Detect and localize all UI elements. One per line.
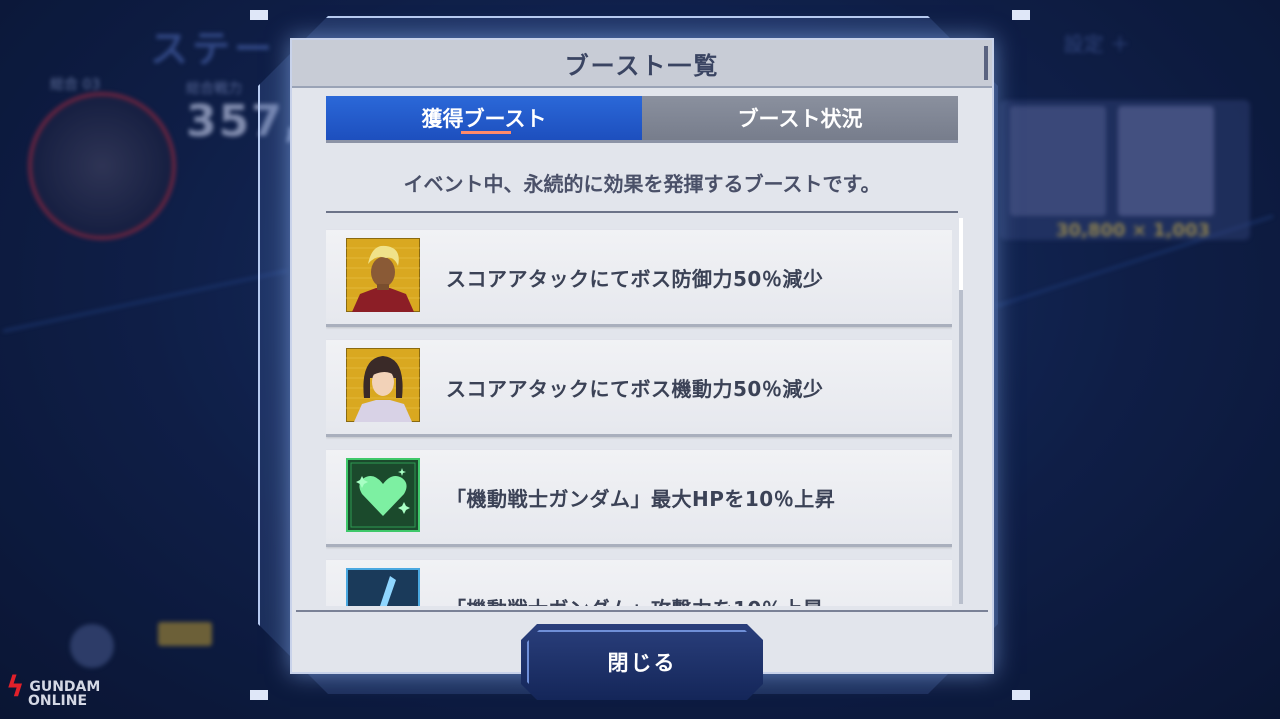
boost-list-dialog: ブースト一覧 獲得ブースト ブースト状況 イベント中、永続的に効果を発揮するブー… xyxy=(290,38,994,700)
scrollbar-thumb[interactable] xyxy=(959,218,963,290)
list-item[interactable]: 「機動戦士ガンダム」攻撃力を10％上昇 xyxy=(326,560,952,606)
boost-description: イベント中、永続的に効果を発揮するブーストです。 xyxy=(403,172,881,196)
boost-text: スコアアタックにてボス防御力50％減少 xyxy=(446,266,824,291)
tab-bar: 獲得ブースト ブースト状況 xyxy=(326,96,958,143)
lightning-logo-icon: ϟ xyxy=(6,670,25,703)
footer-divider xyxy=(296,610,988,612)
sword-attack-icon xyxy=(346,568,420,606)
divider xyxy=(326,211,958,213)
frame-corner-mark xyxy=(1012,690,1030,700)
heart-hp-icon xyxy=(346,458,420,532)
tab-acquired-boost[interactable]: 獲得ブースト xyxy=(326,96,642,140)
dialog-title: ブースト一覧 xyxy=(564,51,720,80)
close-button-label: 閉じる xyxy=(607,651,677,675)
boost-text: スコアアタックにてボス機動力50％減少 xyxy=(446,376,824,401)
frame-corner-mark xyxy=(250,10,268,20)
dialog-header: ブースト一覧 xyxy=(292,40,992,88)
tab-boost-status[interactable]: ブースト状況 xyxy=(642,96,958,140)
frame-corner-mark xyxy=(250,690,268,700)
pilot-portrait-dark-hair-icon xyxy=(345,347,421,423)
list-item[interactable]: スコアアタックにてボス防御力50％減少 xyxy=(326,230,952,327)
boost-list[interactable]: スコアアタックにてボス防御力50％減少 スコアアタックにてボス機動力50％減少 xyxy=(326,226,952,606)
close-button[interactable]: 閉じる xyxy=(521,624,763,700)
site-watermark-logo: ϟ GUNDAM ONLINE xyxy=(6,673,100,709)
watermark-line2: ONLINE xyxy=(28,693,88,709)
list-item[interactable]: スコアアタックにてボス機動力50％減少 xyxy=(326,340,952,437)
header-notch xyxy=(984,46,988,80)
tab-label: 獲得ブースト xyxy=(421,107,547,131)
boost-text: 「機動戦士ガンダム」攻撃力を10％上昇 xyxy=(446,560,823,607)
list-item[interactable]: 「機動戦士ガンダム」最大HPを10％上昇 xyxy=(326,450,952,547)
boost-text: 「機動戦士ガンダム」最大HPを10％上昇 xyxy=(446,486,836,511)
tab-label: ブースト状況 xyxy=(737,107,863,131)
pilot-portrait-blond-icon xyxy=(345,237,421,313)
tab-active-indicator xyxy=(461,131,511,134)
frame-corner-mark xyxy=(1012,10,1030,20)
